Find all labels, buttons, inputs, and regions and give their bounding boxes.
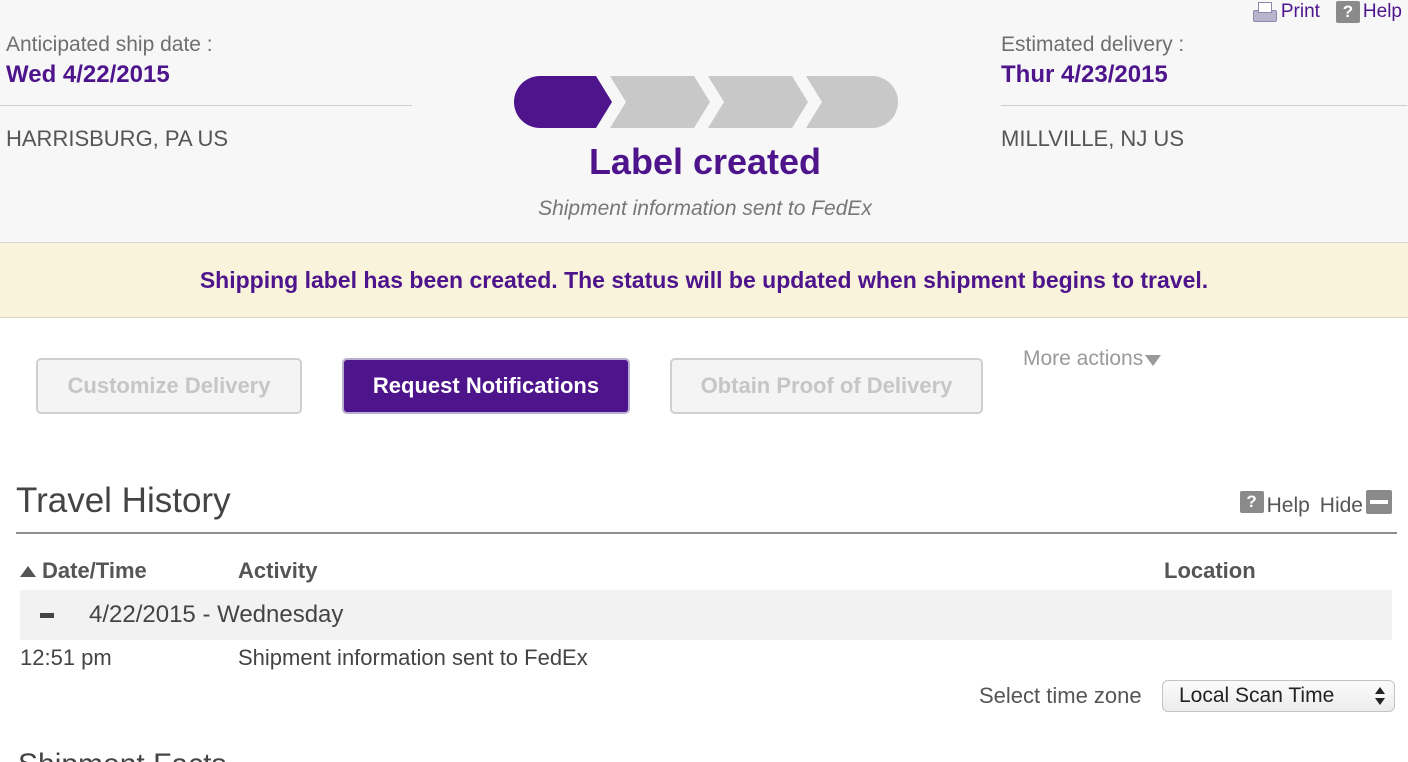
- sort-ascending-icon: [20, 565, 36, 577]
- delivery-date-label: Estimated delivery :: [1001, 33, 1185, 56]
- shipment-status-panel: Print ? Help Anticipated ship date : Wed…: [0, 0, 1408, 243]
- question-mark-icon: ?: [1335, 1, 1360, 23]
- shipment-facts-title: Shipment Facts: [18, 748, 226, 762]
- date-group-label: 4/22/2015 - Wednesday: [89, 601, 344, 628]
- customize-delivery-button[interactable]: Customize Delivery: [36, 358, 302, 414]
- minus-box-icon: [1366, 490, 1392, 514]
- destination-divider: [1001, 105, 1407, 106]
- status-title: Label created: [588, 141, 822, 182]
- printer-icon: [1250, 2, 1278, 22]
- delivery-date-value: Thur 4/23/2015: [1001, 61, 1168, 88]
- timezone-select[interactable]: Local Scan Time: [1162, 680, 1395, 712]
- help-link-label: Help: [1362, 1, 1402, 22]
- progress-tracker: [514, 76, 898, 128]
- ship-origin: Anticipated ship date : Wed 4/22/2015 HA…: [0, 33, 412, 152]
- ship-destination: Estimated delivery : Thur 4/23/2015 MILL…: [1001, 33, 1407, 152]
- travel-history-hide-link[interactable]: Hide: [1319, 490, 1392, 518]
- banner-message: Shipping label has been created. The sta…: [199, 266, 1209, 293]
- timezone-label: Select time zone: [979, 683, 1142, 708]
- travel-history-hide-label: Hide: [1319, 494, 1363, 517]
- utility-links: Print ? Help: [1250, 0, 1402, 24]
- obtain-proof-of-delivery-button[interactable]: Obtain Proof of Delivery: [670, 358, 983, 414]
- print-link-label: Print: [1280, 1, 1320, 22]
- ship-date-value: Wed 4/22/2015: [6, 61, 170, 88]
- travel-history-help-label: Help: [1266, 494, 1310, 517]
- help-link[interactable]: ? Help: [1335, 1, 1402, 23]
- more-actions-label: More actions: [1023, 347, 1144, 370]
- origin-location: HARRISBURG, PA US: [6, 126, 229, 151]
- date-group-row: 4/22/2015 - Wednesday: [20, 590, 1392, 640]
- event-activity: Shipment information sent to FedEx: [238, 645, 588, 670]
- column-header-datetime[interactable]: Date/Time: [20, 558, 147, 584]
- caret-down-icon: [1145, 355, 1162, 366]
- column-header-activity: Activity: [238, 558, 318, 583]
- travel-history-help-link[interactable]: ? Help: [1239, 491, 1310, 518]
- print-link[interactable]: Print: [1250, 1, 1320, 23]
- timezone-selected-value: Local Scan Time: [1179, 684, 1335, 707]
- progress-step-4: [806, 76, 898, 128]
- event-time: 12:51 pm: [20, 645, 112, 670]
- progress-step-3: [708, 76, 808, 128]
- destination-location: MILLVILLE, NJ US: [1001, 126, 1184, 151]
- column-header-location: Location: [1164, 558, 1256, 583]
- request-notifications-button[interactable]: Request Notifications: [342, 358, 630, 414]
- collapse-minus-icon[interactable]: [40, 612, 54, 618]
- travel-history-tools: ? Help Hide: [1239, 490, 1392, 518]
- travel-history-title: Travel History: [16, 481, 231, 520]
- origin-divider: [0, 105, 412, 106]
- status-banner: Shipping label has been created. The sta…: [0, 243, 1408, 318]
- column-header-datetime-label: Date/Time: [42, 558, 147, 583]
- travel-history-divider: [16, 532, 1397, 534]
- more-actions-dropdown[interactable]: More actions: [1023, 347, 1162, 371]
- progress-step-1: [514, 76, 612, 128]
- select-arrows-icon: [1374, 686, 1386, 706]
- progress-step-2: [610, 76, 710, 128]
- ship-date-label: Anticipated ship date :: [6, 33, 213, 56]
- question-mark-icon: ?: [1239, 491, 1264, 513]
- status-subtitle: Shipment information sent to FedEx: [538, 197, 872, 220]
